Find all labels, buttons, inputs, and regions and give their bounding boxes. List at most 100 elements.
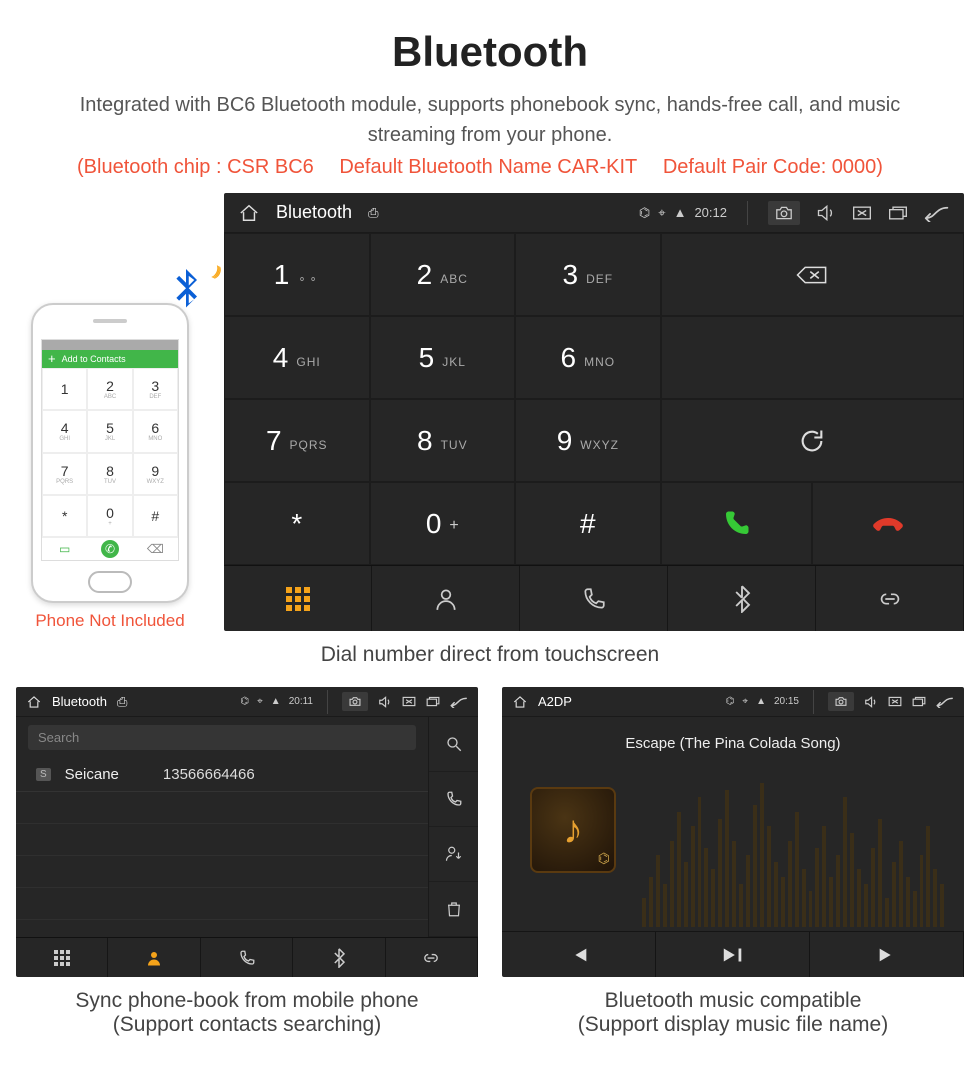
gps-status-icon: ⌖ <box>742 696 748 707</box>
wifi-status-icon: ▲ <box>674 205 687 220</box>
phone-key: 3DEF <box>133 368 178 410</box>
dialpad-key-2[interactable]: 2ABC <box>370 233 516 316</box>
call-button[interactable] <box>661 482 813 565</box>
play-pause-button[interactable] <box>656 932 810 977</box>
phone-key: * <box>42 495 87 537</box>
recent-apps-icon[interactable] <box>912 696 926 707</box>
music-caption: Bluetooth music compatible (Support disp… <box>502 989 964 1037</box>
usb-icon: ⎙ <box>117 694 127 710</box>
close-screen-icon[interactable] <box>852 205 872 221</box>
phone-recent-icon: ▭ <box>42 538 87 560</box>
close-screen-icon[interactable] <box>888 696 902 707</box>
volume-icon[interactable] <box>378 696 392 708</box>
music-caption-2: (Support display music file name) <box>502 1013 964 1037</box>
dialpad-key-9[interactable]: 9WXYZ <box>515 399 661 482</box>
album-art: ♪ ⌬ <box>530 787 616 873</box>
call-contact-button[interactable] <box>429 772 478 827</box>
contacts-caption-1: Sync phone-book from mobile phone <box>75 989 418 1012</box>
phone-mockup: ))) + Add to Contacts 12ABC3DEF4GHI5JKL6… <box>31 303 189 603</box>
phone-key: 7PQRS <box>42 453 87 495</box>
next-track-button[interactable] <box>810 932 964 977</box>
tab-calllog[interactable] <box>520 566 668 631</box>
hangup-button[interactable] <box>812 482 964 565</box>
clock: 20:12 <box>694 205 727 220</box>
dialpad-key-0[interactable]: 0+ <box>370 482 516 565</box>
equalizer-visual <box>642 783 944 927</box>
tab-dialpad[interactable] <box>224 566 372 631</box>
back-icon[interactable] <box>936 696 954 708</box>
clock: 20:11 <box>289 696 313 707</box>
sync-down-button[interactable] <box>429 827 478 882</box>
bt-status-icon: ⌬ <box>726 696 735 707</box>
search-button[interactable] <box>429 717 478 772</box>
tab-contacts[interactable] <box>372 566 520 631</box>
dialpad-icon <box>286 587 310 611</box>
gps-status-icon: ⌖ <box>257 696 263 707</box>
tab-dialpad[interactable] <box>16 938 108 977</box>
delete-contact-button[interactable] <box>429 882 478 937</box>
bluetooth-badge-icon: ⌬ <box>598 850 610 867</box>
dialpad-key-6[interactable]: 6MNO <box>515 316 661 399</box>
tab-pairing[interactable] <box>816 566 964 631</box>
page-title: Bluetooth <box>8 28 972 76</box>
search-input[interactable]: Search <box>28 725 416 750</box>
recent-apps-icon[interactable] <box>888 205 908 221</box>
empty-rows <box>16 792 428 937</box>
empty-cell <box>661 316 964 399</box>
contact-name: Seicane <box>65 766 119 783</box>
wifi-status-icon: ▲ <box>756 696 766 707</box>
contact-row[interactable]: S Seicane 13566664466 <box>16 758 428 792</box>
prev-track-button[interactable] <box>502 932 656 977</box>
dialer-caption: Dial number direct from touchscreen <box>8 643 972 667</box>
dialpad-icon <box>54 950 70 966</box>
tab-pairing[interactable] <box>386 938 478 977</box>
dialpad-key-7[interactable]: 7PQRS <box>224 399 370 482</box>
phone-home-button <box>88 571 132 593</box>
tab-bluetooth[interactable] <box>668 566 816 631</box>
volume-icon[interactable] <box>816 204 836 222</box>
headunit-contacts: Bluetooth ⎙ ⌬ ⌖ ▲ 20:11 <box>16 687 478 977</box>
dialpad-key-*[interactable]: * <box>224 482 370 565</box>
recent-apps-icon[interactable] <box>426 696 440 707</box>
music-note-icon: ♪ <box>563 808 583 853</box>
dialpad-key-5[interactable]: 5JKL <box>370 316 516 399</box>
dialpad-key-3[interactable]: 3DEF <box>515 233 661 316</box>
phone-not-included: Phone Not Included <box>35 611 184 631</box>
redial-button[interactable] <box>661 399 964 482</box>
bt-status-icon: ⌬ <box>639 205 650 221</box>
wifi-status-icon: ▲ <box>271 696 281 707</box>
tab-calllog[interactable] <box>201 938 293 977</box>
headunit-music: A2DP ⌬ ⌖ ▲ 20:15 Escape ( <box>502 687 964 977</box>
back-icon[interactable] <box>924 204 950 222</box>
plus-icon: + <box>48 354 56 364</box>
phone-key: 9WXYZ <box>133 453 178 495</box>
contacts-caption-2: (Support contacts searching) <box>16 1013 478 1037</box>
hu-title: A2DP <box>538 694 572 709</box>
dialpad-key-#[interactable]: # <box>515 482 661 565</box>
add-contacts-bar: + Add to Contacts <box>42 350 178 368</box>
backspace-button[interactable] <box>661 233 964 316</box>
phone-key: 2ABC <box>87 368 132 410</box>
back-icon[interactable] <box>450 696 468 708</box>
home-icon[interactable] <box>238 203 260 223</box>
contact-initial-badge: S <box>36 768 51 781</box>
dialpad-key-8[interactable]: 8TUV <box>370 399 516 482</box>
screenshot-icon[interactable] <box>768 201 800 225</box>
tab-contacts[interactable] <box>108 938 200 977</box>
phone-key: 0+ <box>87 495 132 537</box>
dialpad-key-1[interactable]: 1⚬⚬ <box>224 233 370 316</box>
phone-key: 5JKL <box>87 410 132 452</box>
dialpad-key-4[interactable]: 4GHI <box>224 316 370 399</box>
bluetooth-icon: ))) <box>169 269 203 313</box>
screenshot-icon[interactable] <box>828 692 854 711</box>
home-icon[interactable] <box>512 695 528 709</box>
screenshot-icon[interactable] <box>342 692 368 711</box>
home-icon[interactable] <box>26 695 42 709</box>
tab-bluetooth[interactable] <box>293 938 385 977</box>
volume-icon[interactable] <box>864 696 878 708</box>
hu-title: Bluetooth <box>52 694 107 709</box>
page-subtitle: Integrated with BC6 Bluetooth module, su… <box>50 90 930 150</box>
spec-line: (Bluetooth chip : CSR BC6 Default Blueto… <box>8 156 972 179</box>
spec-btname: Default Bluetooth Name CAR-KIT <box>339 156 637 178</box>
close-screen-icon[interactable] <box>402 696 416 707</box>
